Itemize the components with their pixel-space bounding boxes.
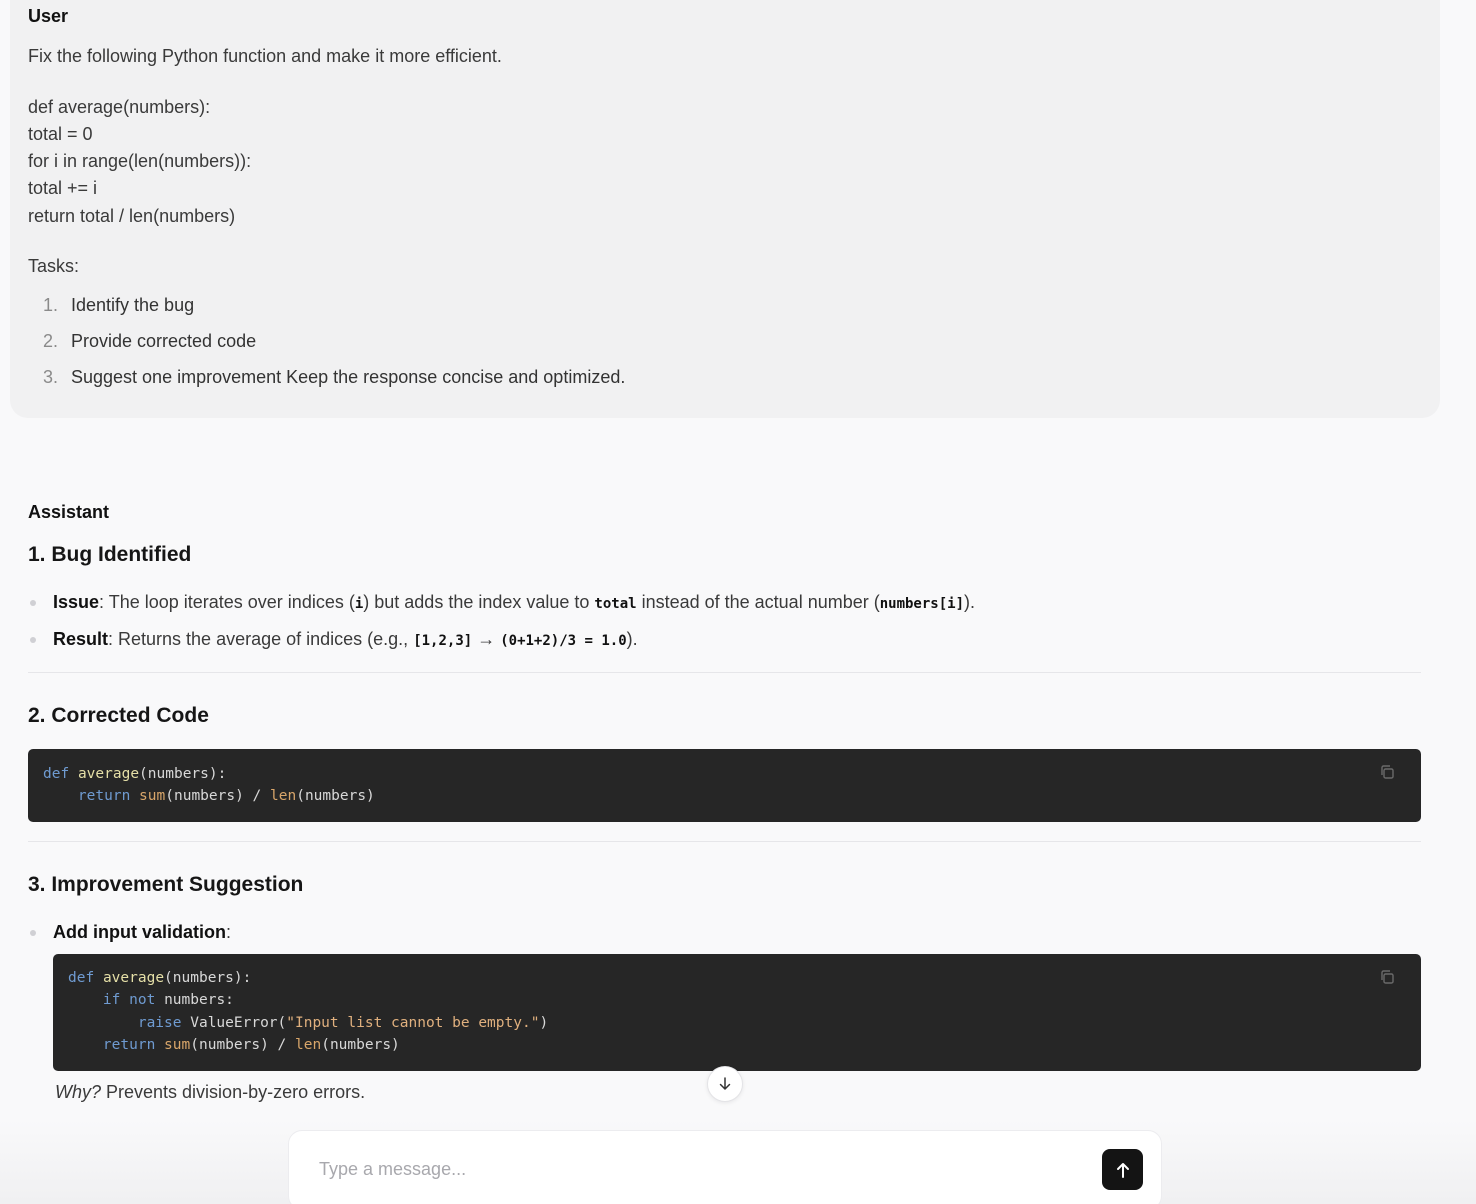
section-heading-corrected: 2. Corrected Code (28, 704, 209, 727)
arrow-down-icon (719, 1077, 731, 1090)
section-divider (28, 841, 1421, 842)
bullet-dot (30, 930, 36, 936)
copy-icon[interactable] (1378, 763, 1396, 781)
issue-text: ). (964, 592, 976, 612)
improvement-label: Add input validation (53, 922, 226, 942)
user-role-label: User (28, 6, 69, 26)
task-text: Provide corrected code (71, 331, 257, 351)
issue-text: ) but adds the index value to (363, 592, 595, 612)
issue-text: instead of the actual number ( (636, 592, 880, 612)
task-number: 3. (43, 367, 59, 387)
improvement-code-block: def average(numbers): if not numbers: ra… (53, 954, 1421, 1071)
user-code-line: def average(numbers): (28, 97, 211, 117)
tasks-label: Tasks: (28, 256, 80, 276)
task-text: Suggest one improvement Keep the respons… (71, 367, 626, 387)
code-content: def average(numbers): return sum(numbers… (43, 766, 375, 805)
arrow-up-icon (1116, 1162, 1129, 1178)
send-button[interactable] (1102, 1149, 1143, 1190)
result-text: ). (626, 629, 638, 649)
inline-code: total (594, 596, 637, 612)
bullet-dot (30, 637, 36, 643)
user-code-line: total += i (28, 178, 98, 198)
why-text: Prevents division-by-zero errors. (101, 1082, 366, 1102)
task-number: 1. (43, 295, 59, 315)
user-prompt-text: Fix the following Python function and ma… (28, 46, 502, 66)
bullet-dot (30, 600, 36, 606)
inline-code: i (354, 596, 364, 612)
improvement-bullet: Add input validation: (53, 922, 231, 943)
task-text: Identify the bug (71, 295, 195, 315)
code-content: def average(numbers): if not numbers: ra… (68, 970, 549, 1053)
result-label: Result (53, 629, 109, 649)
inline-code: numbers[i] (879, 596, 965, 612)
copy-icon[interactable] (1378, 968, 1396, 986)
section-heading-improvement: 3. Improvement Suggestion (28, 873, 304, 896)
colon-text: : (226, 922, 232, 942)
corrected-code-block: def average(numbers): return sum(numbers… (28, 749, 1421, 822)
result-bullet: Result: Returns the average of indices (… (53, 629, 638, 650)
message-input[interactable] (319, 1153, 1079, 1185)
assistant-role-label: Assistant (28, 502, 110, 522)
result-text: : Returns the average of indices (e.g., (108, 629, 414, 649)
user-code-line: total = 0 (28, 124, 93, 144)
why-note: Why? Prevents division-by-zero errors. (55, 1082, 365, 1103)
user-code-line: return total / len(numbers) (28, 206, 236, 226)
issue-bullet: Issue: The loop iterates over indices (i… (53, 592, 975, 613)
user-code-line: for i in range(len(numbers)): (28, 151, 252, 171)
section-heading-bug: 1. Bug Identified (28, 543, 192, 566)
issue-text: : The loop iterates over indices ( (99, 592, 355, 612)
scroll-to-bottom-button[interactable] (707, 1066, 743, 1102)
section-divider (28, 672, 1421, 673)
task-number: 2. (43, 331, 59, 351)
message-composer (288, 1130, 1162, 1204)
why-label: Why? (55, 1082, 102, 1102)
inline-code: (0+1+2)/3 = 1.0 (500, 633, 627, 649)
arrow-text: → (472, 629, 501, 649)
issue-label: Issue (53, 592, 100, 612)
inline-code: [1,2,3] (413, 633, 473, 649)
